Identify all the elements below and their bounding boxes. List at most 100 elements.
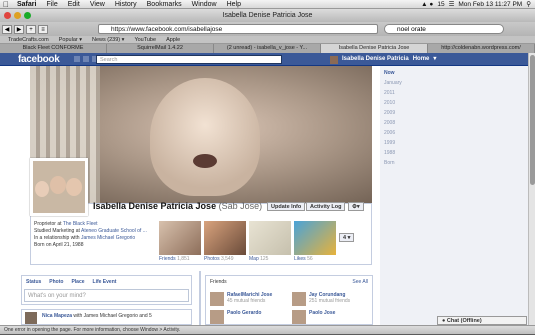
settings-dropdown-button[interactable]: ⚙▾: [348, 202, 364, 211]
friend-item[interactable]: Paolo Gerardo: [210, 310, 261, 324]
messages-icon[interactable]: [83, 56, 89, 62]
web-page: facebook Search Isabella Denise Patricia…: [0, 53, 528, 325]
face: [66, 178, 82, 196]
reading-button[interactable]: ≡: [38, 24, 48, 34]
photos-label[interactable]: Photos: [204, 256, 220, 262]
story-author[interactable]: Nica Mapeza: [42, 313, 72, 319]
year-1988[interactable]: 1988: [384, 148, 402, 158]
composer-tab-place[interactable]: Place: [71, 279, 84, 285]
address-bar[interactable]: https://www.facebook.com/isabellajose: [98, 24, 378, 34]
baby-mouth: [193, 154, 217, 168]
composer-tab-photo[interactable]: Photo: [49, 279, 63, 285]
settings-icon[interactable]: ▾: [433, 53, 436, 66]
window-title: Isabella Denise Patricia Jose: [222, 12, 313, 19]
friend-avatar: [292, 310, 306, 324]
timeline-years: Now January 2011 2010 2009 2008 2006 199…: [384, 68, 402, 168]
forward-button[interactable]: ▶: [14, 24, 24, 34]
menu-view[interactable]: View: [85, 0, 110, 9]
tab-facebook-profile[interactable]: Isabella Denise Patricia Jose: [321, 44, 428, 53]
update-info-button[interactable]: Update Info: [267, 202, 306, 211]
menu-file[interactable]: File: [41, 0, 62, 9]
year-2008[interactable]: 2008: [384, 118, 402, 128]
bookmark-apple[interactable]: Apple: [166, 36, 180, 43]
profile-name-text: Isabella Denise Patricia Jose: [93, 201, 217, 211]
year-2011[interactable]: 2011: [384, 88, 402, 98]
year-2006[interactable]: 2006: [384, 128, 402, 138]
fact-birthday: Born on April 21, 1988: [34, 242, 84, 248]
friend-name[interactable]: Paolo Jose: [309, 310, 335, 324]
likes-label[interactable]: Likes: [294, 256, 306, 262]
menu-app[interactable]: Safari: [12, 0, 41, 9]
year-born[interactable]: Born: [384, 158, 402, 168]
status-input[interactable]: What's on your mind?: [24, 289, 189, 302]
friend-mutual: 45 mutual friends: [227, 298, 266, 304]
tab-squirrelmail[interactable]: SquirrelMail 1.4.22: [107, 44, 214, 53]
home-link[interactable]: Home: [413, 53, 430, 66]
user-name-link[interactable]: Isabella Denise Patricia: [342, 53, 409, 66]
year-1999[interactable]: 1999: [384, 138, 402, 148]
menu-help[interactable]: Help: [222, 0, 246, 9]
tab-wordpress[interactable]: http://coldenabn.wordpress.com/: [428, 44, 535, 53]
see-all-link[interactable]: See All: [352, 279, 368, 285]
close-icon[interactable]: [4, 12, 11, 19]
avatar[interactable]: [330, 55, 338, 64]
friends-count: 1,851: [177, 256, 190, 262]
search-field[interactable]: noel orate: [384, 24, 504, 34]
friends-box: Friends See All RafaelMarichi Jose 45 mut…: [205, 275, 373, 325]
facebook-search-input[interactable]: Search: [96, 55, 282, 64]
year-2009[interactable]: 2009: [384, 108, 402, 118]
menu-edit[interactable]: Edit: [63, 0, 85, 9]
likes-thumb[interactable]: Likes 56: [294, 221, 336, 262]
facebook-topbar: facebook Search Isabella Denise Patricia…: [0, 53, 528, 66]
page-scrollbar[interactable]: [528, 53, 535, 325]
story-avatar: [25, 312, 37, 324]
facebook-logo[interactable]: facebook: [18, 53, 60, 66]
composer-tab-status[interactable]: Status: [26, 279, 41, 285]
menu-bookmarks[interactable]: Bookmarks: [142, 0, 187, 9]
bookmark-youtube[interactable]: YouTube: [134, 36, 156, 43]
friends-label[interactable]: Friends: [159, 256, 176, 262]
friends-thumb[interactable]: Friends 1,851: [159, 221, 201, 262]
bookmark-news[interactable]: News (239) ▾: [92, 36, 124, 43]
friend-item[interactable]: Jay Corundang 251 mutual friends: [292, 292, 350, 306]
map-label[interactable]: Map: [249, 256, 259, 262]
year-now[interactable]: Now: [384, 68, 402, 78]
window-titlebar: Isabella Denise Patricia Jose: [0, 9, 535, 22]
year-january[interactable]: January: [384, 78, 402, 88]
friend-mutual: 251 mutual friends: [309, 298, 351, 304]
back-button[interactable]: ◀: [2, 24, 12, 34]
activity-log-button[interactable]: Activity Log: [306, 202, 346, 211]
friend-name[interactable]: Paolo Gerardo: [227, 310, 261, 324]
composer-tab-life-event[interactable]: Life Event: [93, 279, 117, 285]
menu-history[interactable]: History: [110, 0, 142, 9]
friend-item[interactable]: RafaelMarichi Jose 45 mutual friends: [210, 292, 272, 306]
year-2010[interactable]: 2010: [384, 98, 402, 108]
map-thumb[interactable]: Map 125: [249, 221, 291, 262]
status-icons[interactable]: ▲ ●: [421, 0, 433, 9]
zoom-icon[interactable]: [24, 12, 31, 19]
more-thumbs-button[interactable]: 4 ▾: [339, 233, 355, 242]
minimize-icon[interactable]: [14, 12, 21, 19]
bookmark-popular[interactable]: Popular ▾: [59, 36, 82, 43]
photos-thumb[interactable]: Photos 3,549: [204, 221, 246, 262]
wifi-icon[interactable]: ☰: [449, 0, 455, 9]
link-black-fleet[interactable]: The Black Fleet: [63, 221, 98, 227]
chat-bar[interactable]: ● Chat (Offline): [437, 316, 527, 325]
scrollbar-thumb[interactable]: [530, 55, 535, 185]
apple-icon[interactable]: : [0, 0, 12, 9]
link-ateneo[interactable]: Ateneo Graduate School of ...: [81, 228, 147, 234]
tab-yahoo-mail[interactable]: (2 unread) - isabella_v_jose - Y...: [214, 44, 321, 53]
menu-window[interactable]: Window: [187, 0, 222, 9]
profile-picture[interactable]: [30, 158, 88, 216]
friend-item[interactable]: Paolo Jose: [292, 310, 335, 324]
link-james[interactable]: James Michael Gregorio: [81, 235, 135, 241]
friend-requests-icon[interactable]: [74, 56, 80, 62]
profile-alt-name: (Sab Jose): [218, 201, 263, 211]
add-bookmark-button[interactable]: +: [26, 24, 36, 34]
spotlight-icon[interactable]: ⚲: [526, 0, 531, 9]
tab-black-fleet[interactable]: Black Fleet CONFORME: [0, 44, 107, 53]
clock[interactable]: Mon Feb 13 11:27 PM: [458, 0, 522, 9]
tab-bar: Black Fleet CONFORME SquirrelMail 1.4.22…: [0, 44, 535, 53]
bookmark-tradecrafts[interactable]: TradeCrafts.com: [8, 36, 49, 43]
battery-number: 15: [437, 0, 445, 8]
